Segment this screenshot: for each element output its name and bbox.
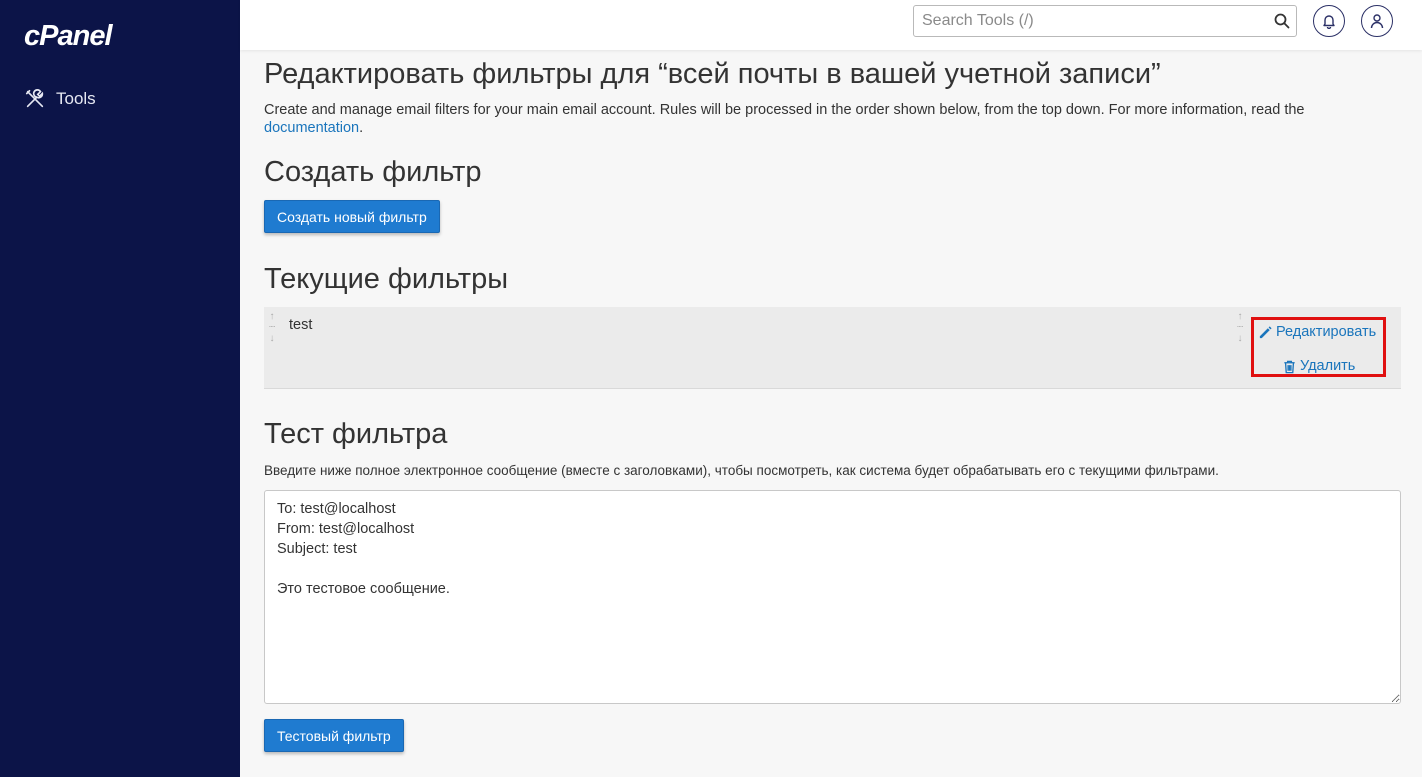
drag-handle-icon[interactable]: ↑ ┈ ↓ <box>267 311 277 345</box>
test-filter-description: Введите ниже полное электронное сообщени… <box>264 463 1219 478</box>
trash-icon <box>1284 360 1295 373</box>
search-box <box>913 5 1297 37</box>
current-filters-heading: Текущие фильтры <box>264 263 509 295</box>
test-message-textarea[interactable]: To: test@localhost From: test@localhost … <box>264 490 1401 704</box>
filter-row: ↑ ┈ ↓ test ↑ ┈ ↓ Редактировать Удалить <box>264 307 1401 389</box>
user-menu-button[interactable] <box>1361 5 1393 37</box>
top-header <box>240 0 1422 50</box>
create-new-filter-button[interactable]: Создать новый фильтр <box>264 200 440 233</box>
description-end: . <box>359 120 364 136</box>
documentation-link[interactable]: documentation <box>264 120 359 136</box>
search-input[interactable] <box>914 6 1264 36</box>
description-text: Create and manage email filters for your… <box>264 102 1305 118</box>
delete-filter-link[interactable]: Удалить <box>1282 358 1355 374</box>
page-description: Create and manage email filters for your… <box>264 101 1400 137</box>
bell-icon <box>1323 15 1335 29</box>
edit-label: Редактировать <box>1276 324 1377 340</box>
search-icon[interactable] <box>1274 13 1290 29</box>
filter-actions: Редактировать Удалить <box>1251 317 1386 377</box>
page-title: Редактировать фильтры для “всей почты в … <box>264 58 1161 90</box>
user-icon <box>1370 14 1384 29</box>
filter-name: test <box>289 317 313 333</box>
sidebar: cPanel Tools <box>0 0 240 777</box>
edit-filter-link[interactable]: Редактировать <box>1258 324 1376 340</box>
test-filter-button[interactable]: Тестовый фильтр <box>264 719 404 752</box>
sidebar-item-label: Tools <box>56 89 96 108</box>
drag-handle-icon[interactable]: ↑ ┈ ↓ <box>1235 311 1245 345</box>
create-filter-heading: Создать фильтр <box>264 156 482 188</box>
notifications-button[interactable] <box>1313 5 1345 37</box>
test-filter-heading: Тест фильтра <box>264 418 448 450</box>
cpanel-logo[interactable]: cPanel <box>24 20 112 53</box>
pencil-icon <box>1259 325 1272 338</box>
delete-label: Удалить <box>1300 358 1356 374</box>
tools-icon <box>25 89 44 108</box>
sidebar-item-tools[interactable]: Tools <box>24 86 96 112</box>
